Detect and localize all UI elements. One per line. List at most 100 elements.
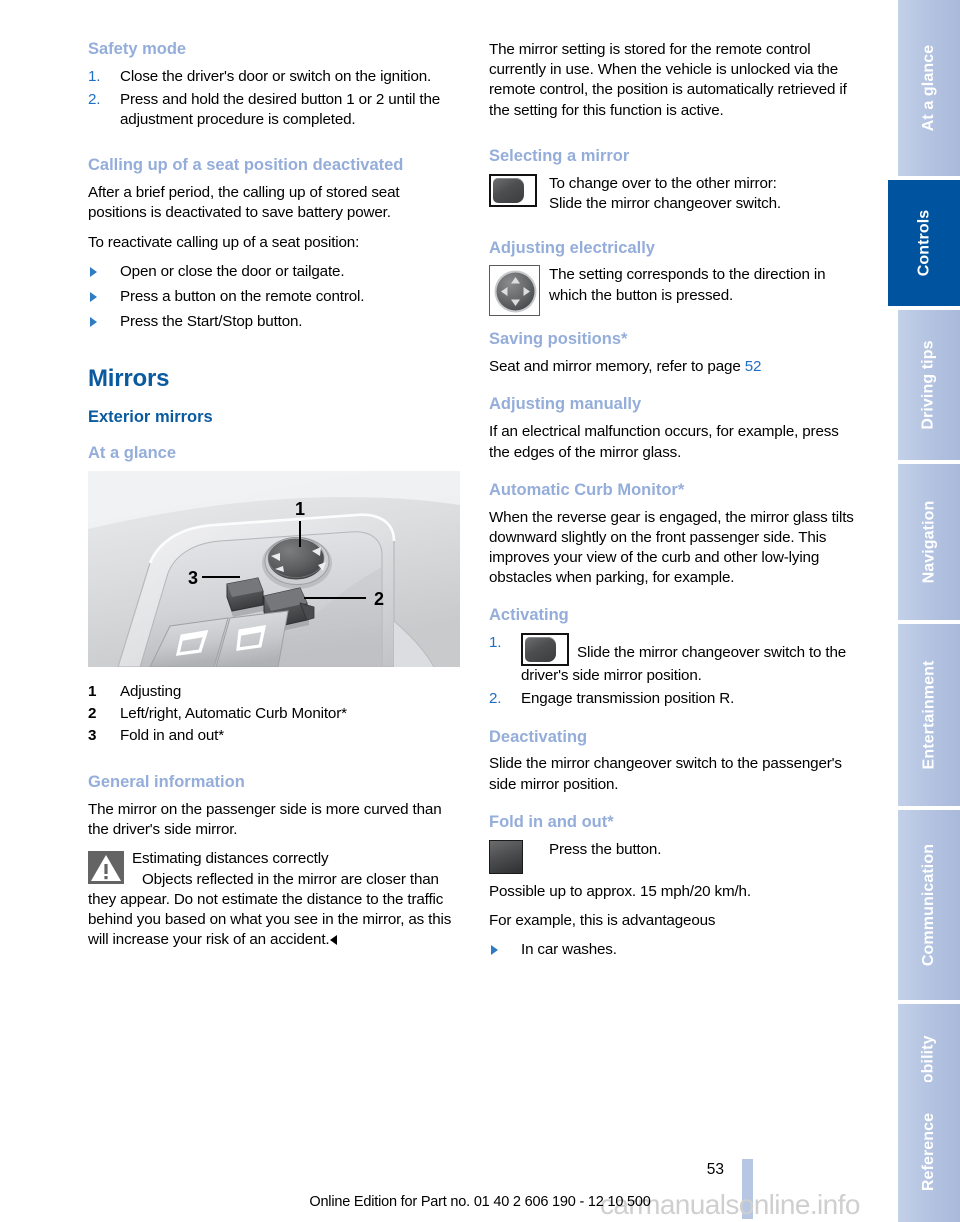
selecting-a-mirror-row: To change over to the other mirror: Slid… <box>489 173 863 220</box>
door-panel-illustration: 1 2 3 <box>88 471 460 668</box>
heading-safety-mode: Safety mode <box>88 40 187 58</box>
list-item-label: In car washes. <box>521 941 617 959</box>
legend-item-3: 3 Fold in and out* <box>88 725 462 747</box>
legend-label: Left/right, Automatic Curb Monitor* <box>120 705 347 723</box>
intro-paragraph: The mirror setting is stored for the rem… <box>489 41 847 119</box>
calling-up-paragraph-1: After a brief period, the calling up of … <box>88 184 400 222</box>
svg-text:3: 3 <box>188 568 198 588</box>
fold-paragraph-2: For example, this is advantageous <box>489 911 716 929</box>
triangle-bullet-icon <box>90 266 97 277</box>
list-item-label: Press a button on the remote control. <box>120 288 365 306</box>
legend-label: Adjusting <box>120 683 182 701</box>
list-item-label: Press the Start/Stop button. <box>120 313 303 331</box>
mirror-changeover-switch-icon <box>521 633 569 667</box>
list-item: Press and hold the desired button 1 or 2… <box>88 90 441 129</box>
sidebar-tab-communication[interactable]: Communication <box>898 810 960 1000</box>
legend-item-2: 2 Left/right, Automatic Curb Monitor* <box>88 703 462 725</box>
list-item-label: Slide the mirror changeover switch to th… <box>521 644 847 685</box>
warning-body-first: Objects reflected in the mirror are clos… <box>142 870 406 888</box>
triangle-bullet-icon <box>90 317 97 328</box>
svg-text:1: 1 <box>295 499 305 519</box>
sidebar-tab-entertainment[interactable]: Entertainment <box>898 624 960 806</box>
sidebar-tab-label: Controls <box>914 209 932 277</box>
list-item: Press the Start/Stop button. <box>88 312 462 332</box>
sidebar-tab-at-a-glance[interactable]: At a glance <box>898 0 960 176</box>
list-item: In car washes. <box>489 940 863 960</box>
heading-at-a-glance: At a glance <box>88 444 177 463</box>
list-item: Close the driver's door or switch on the… <box>88 67 432 87</box>
heading-adjusting-manually: Adjusting manually <box>489 395 642 414</box>
sidebar-tab-driving-tips[interactable]: Driving tips <box>898 310 960 460</box>
fold-bullets: In car washes. <box>489 940 863 960</box>
four-way-rocker-knob-icon <box>489 265 540 317</box>
saving-positions-text: Seat and mirror memory, refer to page 52 <box>489 357 863 377</box>
calling-up-bullets: Open or close the door or tailgate. Pres… <box>88 262 462 333</box>
sidebar-tab-navigation[interactable]: Navigation <box>898 464 960 620</box>
safety-mode-steps: Close the driver's door or switch on the… <box>88 67 462 131</box>
calling-up-paragraph-2: To reactivate calling up of a seat posit… <box>88 233 360 251</box>
legend-number: 3 <box>88 727 97 745</box>
deactivating-text: Slide the mirror changeover switch to th… <box>489 755 842 793</box>
heading-fold-in-and-out: Fold in and out* <box>489 812 614 831</box>
adjusting-electrically-row: The setting corresponds to the direction… <box>489 265 863 317</box>
end-of-warning-marker-icon <box>330 935 338 946</box>
chapter-tab-sidebar: At a glance Controls Driving tips Naviga… <box>888 0 960 1222</box>
heading-deactivating: Deactivating <box>489 727 588 746</box>
footer-part-number: Online Edition for Part no. 01 40 2 606 … <box>309 1194 651 1210</box>
sidebar-tab-label: Entertainment <box>920 660 937 770</box>
saving-positions-prefix: Seat and mirror memory, refer to page <box>489 358 745 376</box>
warning-triangle-icon <box>88 851 124 885</box>
heading-activating: Activating <box>489 606 569 625</box>
list-item: Engage transmission position R. <box>489 689 735 709</box>
triangle-bullet-icon <box>90 292 97 303</box>
list-item: Slide the mirror changeover switch to th… <box>489 633 863 686</box>
warning-body: Objects reflected in the mirror are clos… <box>88 870 462 951</box>
fold-icon-text: Press the button. <box>549 840 662 858</box>
page-reference-link[interactable]: 52 <box>745 358 762 375</box>
right-column: The mirror setting is stored for the rem… <box>489 40 863 969</box>
selecting-mirror-line-1: To change over to the other mirror: <box>549 174 777 192</box>
svg-text:2: 2 <box>374 589 384 609</box>
adjusting-electrically-text: The setting corresponds to the direction… <box>549 266 826 304</box>
sidebar-tab-label: Navigation <box>920 500 938 584</box>
fold-paragraph-1: Possible up to approx. 15 mph/20 km/h. <box>489 882 751 900</box>
heading-general-information: General information <box>88 773 245 792</box>
triangle-bullet-icon <box>491 945 498 956</box>
illustration-legend: 1 Adjusting 2 Left/right, Automatic Curb… <box>88 681 462 747</box>
sidebar-tab-controls[interactable]: Controls <box>888 180 960 306</box>
adjusting-manually-text: If an electrical malfunction occurs, for… <box>489 423 839 461</box>
warning-block: Estimating distances correctly Objects r… <box>88 849 462 950</box>
legend-item-1: 1 Adjusting <box>88 681 462 703</box>
general-information-paragraph: The mirror on the passenger side is more… <box>88 800 442 839</box>
left-column: Safety mode Close the driver's door or s… <box>88 40 462 950</box>
sidebar-tab-label: At a glance <box>920 44 937 132</box>
page-number: 53 <box>706 1161 724 1178</box>
sidebar-tab-label: Reference <box>920 1112 937 1192</box>
activating-steps: Slide the mirror changeover switch to th… <box>489 633 863 710</box>
sidebar-tab-label: Communication <box>920 843 938 967</box>
manual-page: Safety mode Close the driver's door or s… <box>0 0 960 1222</box>
heading-adjusting-electrically: Adjusting electrically <box>489 238 655 257</box>
fold-in-and-out-row: Press the button. <box>489 839 863 880</box>
heading-exterior-mirrors: Exterior mirrors <box>88 408 213 427</box>
legend-number: 1 <box>88 683 97 701</box>
list-item-label: Open or close the door or tailgate. <box>120 262 345 280</box>
mirror-changeover-switch-icon <box>489 173 537 207</box>
legend-label: Fold in and out* <box>120 727 224 745</box>
heading-selecting-a-mirror: Selecting a mirror <box>489 146 630 165</box>
list-item: Press a button on the remote control. <box>88 287 462 307</box>
list-item: Open or close the door or tailgate. <box>88 262 462 282</box>
heading-automatic-curb-monitor: Automatic Curb Monitor* <box>489 480 685 499</box>
warning-title: Estimating distances correctly <box>132 850 329 868</box>
fold-button-icon <box>489 839 523 874</box>
